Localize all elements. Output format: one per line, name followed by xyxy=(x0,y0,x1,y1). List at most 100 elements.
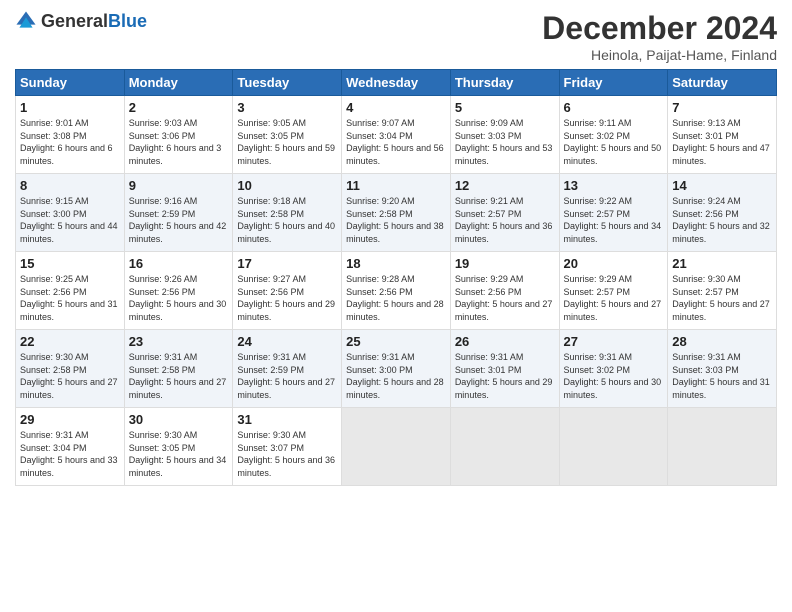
calendar-cell: 28Sunrise: 9:31 AMSunset: 3:03 PMDayligh… xyxy=(668,330,777,408)
day-number: 6 xyxy=(564,100,664,115)
day-number: 8 xyxy=(20,178,120,193)
day-number: 14 xyxy=(672,178,772,193)
calendar-cell: 5Sunrise: 9:09 AMSunset: 3:03 PMDaylight… xyxy=(450,96,559,174)
day-info: Sunrise: 9:29 AMSunset: 2:57 PMDaylight:… xyxy=(564,274,662,322)
calendar-cell xyxy=(342,408,451,486)
day-number: 21 xyxy=(672,256,772,271)
calendar-cell: 7 Sunrise: 9:13 AMSunset: 3:01 PMDaylight… xyxy=(668,96,777,174)
day-info: Sunrise: 9:26 AMSunset: 2:56 PMDaylight:… xyxy=(129,274,227,322)
calendar-cell: 21 Sunrise: 9:30 AMSunset: 2:57 PMDayligh… xyxy=(668,252,777,330)
day-number: 24 xyxy=(237,334,337,349)
calendar-cell: 12 Sunrise: 9:21 AMSunset: 2:57 PMDayligh… xyxy=(450,174,559,252)
header-area: GeneralBlue December 2024 Heinola, Paija… xyxy=(15,10,777,63)
day-number: 17 xyxy=(237,256,337,271)
day-number: 20 xyxy=(564,256,664,271)
calendar-cell xyxy=(559,408,668,486)
calendar-cell xyxy=(668,408,777,486)
logo-text: GeneralBlue xyxy=(41,11,147,32)
day-number: 12 xyxy=(455,178,555,193)
day-info: Sunrise: 9:31 AMSunset: 3:02 PMDaylight:… xyxy=(564,352,662,400)
calendar-cell: 22 Sunrise: 9:30 AMSunset: 2:58 PMDayligh… xyxy=(16,330,125,408)
title-area: December 2024 Heinola, Paijat-Hame, Finl… xyxy=(542,10,777,63)
calendar-cell xyxy=(450,408,559,486)
calendar-cell: 18Sunrise: 9:28 AMSunset: 2:56 PMDayligh… xyxy=(342,252,451,330)
day-info: Sunrise: 9:21 AMSunset: 2:57 PMDaylight:… xyxy=(455,196,553,244)
day-info: Sunrise: 9:11 AMSunset: 3:02 PMDaylight:… xyxy=(564,118,662,166)
logo-blue: Blue xyxy=(108,11,147,31)
col-monday: Monday xyxy=(124,70,233,96)
day-number: 31 xyxy=(237,412,337,427)
month-title: December 2024 xyxy=(542,10,777,47)
day-info: Sunrise: 9:31 AMSunset: 3:01 PMDaylight:… xyxy=(455,352,553,400)
day-info: Sunrise: 9:25 AMSunset: 2:56 PMDaylight:… xyxy=(20,274,118,322)
calendar-cell: 29 Sunrise: 9:31 AMSunset: 3:04 PMDayligh… xyxy=(16,408,125,486)
day-info: Sunrise: 9:27 AMSunset: 2:56 PMDaylight:… xyxy=(237,274,335,322)
calendar-week-1: 1Sunrise: 9:01 AMSunset: 3:08 PMDaylight… xyxy=(16,96,777,174)
day-info: Sunrise: 9:31 AMSunset: 2:59 PMDaylight:… xyxy=(237,352,335,400)
day-info: Sunrise: 9:24 AMSunset: 2:56 PMDaylight:… xyxy=(672,196,770,244)
day-info: Sunrise: 9:05 AMSunset: 3:05 PMDaylight:… xyxy=(237,118,335,166)
calendar-cell: 10Sunrise: 9:18 AMSunset: 2:58 PMDayligh… xyxy=(233,174,342,252)
day-info: Sunrise: 9:07 AMSunset: 3:04 PMDaylight:… xyxy=(346,118,444,166)
calendar-cell: 19 Sunrise: 9:29 AMSunset: 2:56 PMDayligh… xyxy=(450,252,559,330)
day-number: 13 xyxy=(564,178,664,193)
calendar-cell: 27Sunrise: 9:31 AMSunset: 3:02 PMDayligh… xyxy=(559,330,668,408)
day-number: 22 xyxy=(20,334,120,349)
calendar-cell: 20 Sunrise: 9:29 AMSunset: 2:57 PMDayligh… xyxy=(559,252,668,330)
calendar-cell: 1Sunrise: 9:01 AMSunset: 3:08 PMDaylight… xyxy=(16,96,125,174)
day-info: Sunrise: 9:30 AMSunset: 3:05 PMDaylight:… xyxy=(129,430,227,478)
day-info: Sunrise: 9:31 AMSunset: 2:58 PMDaylight:… xyxy=(129,352,227,400)
day-info: Sunrise: 9:30 AMSunset: 2:57 PMDaylight:… xyxy=(672,274,770,322)
col-tuesday: Tuesday xyxy=(233,70,342,96)
calendar-cell: 25 Sunrise: 9:31 AMSunset: 3:00 PMDayligh… xyxy=(342,330,451,408)
col-saturday: Saturday xyxy=(668,70,777,96)
calendar-cell: 14 Sunrise: 9:24 AMSunset: 2:56 PMDayligh… xyxy=(668,174,777,252)
day-info: Sunrise: 9:22 AMSunset: 2:57 PMDaylight:… xyxy=(564,196,662,244)
day-number: 26 xyxy=(455,334,555,349)
day-number: 16 xyxy=(129,256,229,271)
calendar-cell: 3 Sunrise: 9:05 AMSunset: 3:05 PMDaylight… xyxy=(233,96,342,174)
calendar-cell: 16 Sunrise: 9:26 AMSunset: 2:56 PMDayligh… xyxy=(124,252,233,330)
calendar-cell: 15 Sunrise: 9:25 AMSunset: 2:56 PMDayligh… xyxy=(16,252,125,330)
day-info: Sunrise: 9:30 AMSunset: 2:58 PMDaylight:… xyxy=(20,352,118,400)
day-info: Sunrise: 9:30 AMSunset: 3:07 PMDaylight:… xyxy=(237,430,335,478)
day-number: 4 xyxy=(346,100,446,115)
col-thursday: Thursday xyxy=(450,70,559,96)
day-info: Sunrise: 9:18 AMSunset: 2:58 PMDaylight:… xyxy=(237,196,335,244)
col-wednesday: Wednesday xyxy=(342,70,451,96)
calendar-week-4: 22 Sunrise: 9:30 AMSunset: 2:58 PMDayligh… xyxy=(16,330,777,408)
day-number: 25 xyxy=(346,334,446,349)
calendar-week-5: 29 Sunrise: 9:31 AMSunset: 3:04 PMDayligh… xyxy=(16,408,777,486)
calendar-cell: 8 Sunrise: 9:15 AMSunset: 3:00 PMDaylight… xyxy=(16,174,125,252)
day-info: Sunrise: 9:29 AMSunset: 2:56 PMDaylight:… xyxy=(455,274,553,322)
day-info: Sunrise: 9:31 AMSunset: 3:00 PMDaylight:… xyxy=(346,352,444,400)
day-number: 11 xyxy=(346,178,446,193)
calendar-table: Sunday Monday Tuesday Wednesday Thursday… xyxy=(15,69,777,486)
calendar-cell: 31 Sunrise: 9:30 AMSunset: 3:07 PMDayligh… xyxy=(233,408,342,486)
day-number: 7 xyxy=(672,100,772,115)
day-number: 30 xyxy=(129,412,229,427)
calendar-cell: 30 Sunrise: 9:30 AMSunset: 3:05 PMDayligh… xyxy=(124,408,233,486)
calendar-cell: 17 Sunrise: 9:27 AMSunset: 2:56 PMDayligh… xyxy=(233,252,342,330)
calendar-cell: 24 Sunrise: 9:31 AMSunset: 2:59 PMDayligh… xyxy=(233,330,342,408)
day-number: 3 xyxy=(237,100,337,115)
day-number: 2 xyxy=(129,100,229,115)
day-number: 15 xyxy=(20,256,120,271)
logo-general: General xyxy=(41,11,108,31)
day-info: Sunrise: 9:03 AMSunset: 3:06 PMDaylight:… xyxy=(129,118,222,166)
day-info: Sunrise: 9:13 AMSunset: 3:01 PMDaylight:… xyxy=(672,118,770,166)
logo-icon xyxy=(15,10,37,32)
calendar-cell: 9Sunrise: 9:16 AMSunset: 2:59 PMDaylight… xyxy=(124,174,233,252)
calendar-cell: 26 Sunrise: 9:31 AMSunset: 3:01 PMDayligh… xyxy=(450,330,559,408)
day-number: 18 xyxy=(346,256,446,271)
day-info: Sunrise: 9:31 AMSunset: 3:04 PMDaylight:… xyxy=(20,430,118,478)
col-sunday: Sunday xyxy=(16,70,125,96)
calendar-week-3: 15 Sunrise: 9:25 AMSunset: 2:56 PMDayligh… xyxy=(16,252,777,330)
col-friday: Friday xyxy=(559,70,668,96)
day-info: Sunrise: 9:01 AMSunset: 3:08 PMDaylight:… xyxy=(20,118,113,166)
day-info: Sunrise: 9:15 AMSunset: 3:00 PMDaylight:… xyxy=(20,196,118,244)
logo: GeneralBlue xyxy=(15,10,147,32)
day-number: 19 xyxy=(455,256,555,271)
calendar-cell: 4 Sunrise: 9:07 AMSunset: 3:04 PMDaylight… xyxy=(342,96,451,174)
day-number: 29 xyxy=(20,412,120,427)
